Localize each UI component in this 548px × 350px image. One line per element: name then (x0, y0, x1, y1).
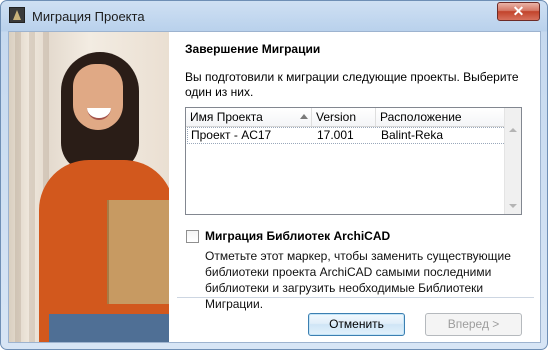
list-header: Имя Проекта Version Расположение (186, 108, 507, 127)
archicad-app-icon (9, 7, 25, 23)
project-name-cell: Проект - AC17 (191, 128, 272, 142)
column-header-project-name[interactable]: Имя Проекта (186, 108, 312, 126)
footer-separator (177, 297, 534, 298)
project-location-cell: Balint-Reka (381, 128, 444, 142)
page-heading: Завершение Миграции (185, 42, 321, 56)
list-scrollbar[interactable] (504, 108, 521, 214)
library-migration-checkbox[interactable] (186, 230, 199, 243)
close-button[interactable]: ✕ (497, 2, 540, 21)
project-list[interactable]: Имя Проекта Version Расположение Проект … (185, 107, 522, 215)
library-migration-description: Отметьте этот маркер, чтобы заменить сущ… (205, 249, 511, 311)
column-header-location[interactable]: Расположение (376, 108, 507, 126)
table-row[interactable]: Проект - AC17 17.001 Balint-Reka (187, 127, 506, 144)
next-button[interactable]: Вперед > (425, 313, 522, 336)
title-bar: Миграция Проекта ✕ (1, 1, 548, 31)
scroll-up-arrow-icon[interactable] (509, 128, 517, 132)
sort-ascending-icon (300, 114, 308, 119)
dialog-content: Завершение Миграции Вы подготовили к миг… (8, 31, 541, 343)
window-title: Миграция Проекта (32, 9, 145, 24)
project-version-cell: 17.001 (317, 128, 354, 142)
scroll-down-arrow-icon[interactable] (509, 204, 517, 208)
page-description: Вы подготовили к миграции следующие прое… (185, 70, 519, 99)
wizard-photo (9, 32, 169, 342)
cancel-button[interactable]: Отменить (308, 313, 405, 336)
dialog-window: Миграция Проекта ✕ Завершение Миграции В… (0, 0, 548, 350)
column-header-version[interactable]: Version (312, 108, 376, 126)
library-migration-label[interactable]: Миграция Библиотек ArchiCAD (205, 229, 390, 243)
